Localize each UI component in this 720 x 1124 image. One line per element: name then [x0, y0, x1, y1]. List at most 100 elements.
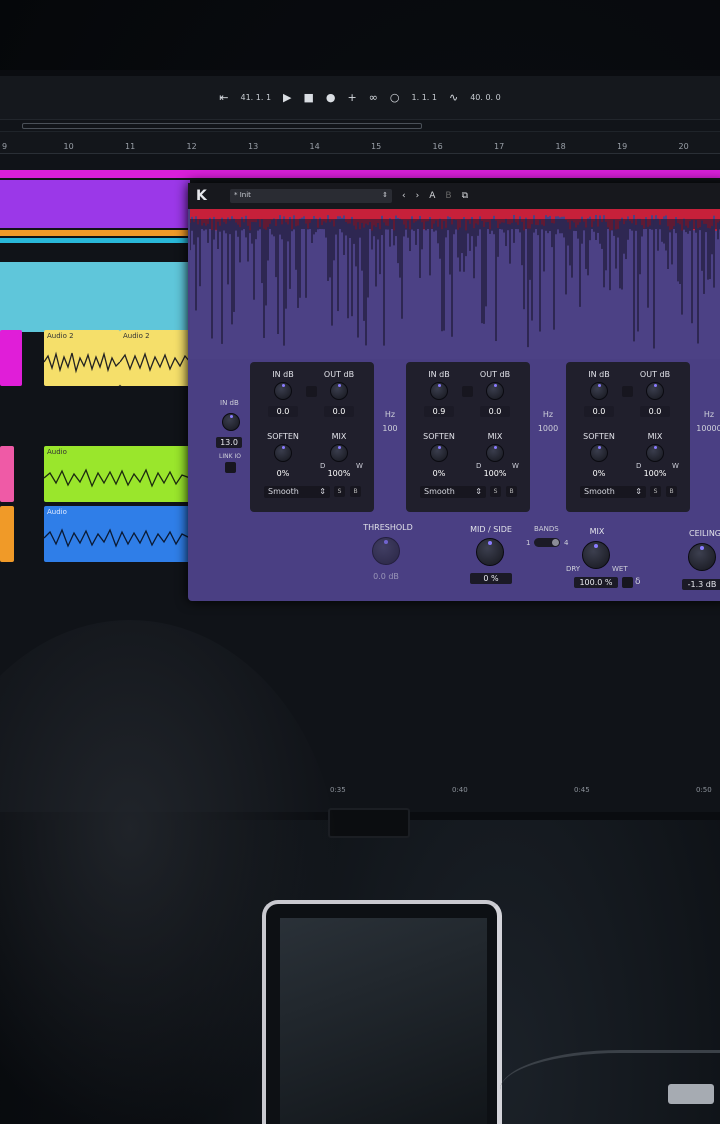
ceiling-label: CEILING — [689, 529, 720, 538]
band-wet-label: W — [512, 462, 519, 470]
band-mode-select[interactable]: Smooth ⇕ — [264, 486, 330, 498]
automation-icon[interactable]: ∿ — [449, 91, 458, 104]
band-link-toggle[interactable] — [462, 386, 473, 397]
band-out-value[interactable]: 0.0 — [640, 406, 670, 417]
band-solo-button[interactable]: S — [334, 486, 345, 497]
band-soften-value[interactable]: 0% — [584, 468, 614, 479]
limiter-plugin-window: K * Init ⇕ ‹ › A B ⧉ IN dB 13.0 LINK IO I… — [188, 183, 720, 601]
clip-magenta[interactable] — [0, 330, 22, 386]
threshold-knob[interactable] — [372, 537, 400, 565]
add-icon[interactable]: + — [348, 91, 357, 104]
crossover2-value[interactable]: 1000 — [531, 424, 565, 433]
band-in-label: IN dB — [588, 370, 610, 379]
band-out-value[interactable]: 0.0 — [324, 406, 354, 417]
chevron-updown-icon: ⇕ — [319, 487, 326, 496]
band-mix-label: MIX — [487, 432, 503, 441]
band-solo-button[interactable]: S — [490, 486, 501, 497]
waveform — [44, 351, 120, 374]
overview-range[interactable] — [22, 123, 422, 129]
band-out-knob[interactable] — [486, 382, 504, 400]
crossover2-unit: Hz — [542, 410, 554, 419]
record-icon[interactable]: ● — [326, 91, 336, 104]
loop-icon[interactable]: ○ — [390, 91, 400, 104]
copy-icon[interactable]: ⧉ — [462, 191, 468, 201]
band-out-knob[interactable] — [646, 382, 664, 400]
band-soften-value[interactable]: 0% — [268, 468, 298, 479]
link-icon[interactable]: ∞ — [369, 91, 378, 104]
ceiling-knob[interactable] — [688, 543, 716, 571]
band-mode-value: Smooth — [424, 487, 455, 496]
band-out-knob[interactable] — [330, 382, 348, 400]
clip-orange[interactable] — [0, 506, 14, 562]
play-icon[interactable]: ▶ — [283, 91, 291, 104]
clip-pink[interactable] — [0, 446, 14, 502]
clip-audio2-b[interactable]: Audio 2 — [120, 330, 190, 386]
band-mix-knob[interactable] — [646, 444, 664, 462]
band-mix-value[interactable]: 100% — [324, 468, 354, 479]
clip-audio2-a[interactable]: Audio 2 — [44, 330, 120, 386]
midside-value[interactable]: 0 % — [470, 573, 512, 584]
band-soften-knob[interactable] — [590, 444, 608, 462]
band-in-knob[interactable] — [274, 382, 292, 400]
chevron-updown-icon: ⇕ — [475, 487, 482, 496]
band-link-toggle[interactable] — [622, 386, 633, 397]
band-mix-value[interactable]: 100% — [640, 468, 670, 479]
band-mix-knob[interactable] — [486, 444, 504, 462]
band-mode-select[interactable]: Smooth ⇕ — [420, 486, 486, 498]
mix-knob[interactable] — [582, 541, 610, 569]
track-magenta[interactable] — [0, 170, 720, 178]
band-link-toggle[interactable] — [306, 386, 317, 397]
track-cyan-strip[interactable] — [0, 238, 190, 243]
input-gain-value[interactable]: 13.0 — [216, 437, 242, 448]
waveform — [44, 528, 190, 548]
band-mode-select[interactable]: Smooth ⇕ — [580, 486, 646, 498]
nudge-icon[interactable]: ⇤ — [219, 91, 228, 104]
input-gain-knob[interactable] — [222, 413, 240, 431]
band-solo-button[interactable]: S — [650, 486, 661, 497]
link-io-toggle[interactable] — [225, 462, 236, 473]
crossover1-value[interactable]: 100 — [373, 424, 407, 433]
band-in-value[interactable]: 0.9 — [424, 406, 454, 417]
track-cyan[interactable] — [0, 262, 190, 332]
band-bypass-button[interactable]: B — [666, 486, 677, 497]
band-mix-value[interactable]: 100% — [480, 468, 510, 479]
threshold-value[interactable]: 0.0 dB — [368, 571, 404, 582]
ab-b-button[interactable]: B — [445, 191, 451, 201]
bar-ruler[interactable]: 9 10 11 12 13 14 15 16 17 18 19 20 — [0, 132, 720, 154]
band-soften-knob[interactable] — [274, 444, 292, 462]
band-bypass-button[interactable]: B — [350, 486, 361, 497]
band-mix-label: MIX — [647, 432, 663, 441]
midside-knob[interactable] — [476, 538, 504, 566]
stop-icon[interactable]: ■ — [304, 91, 314, 104]
ruler-tick: 11 — [125, 142, 136, 151]
next-preset-icon[interactable]: › — [416, 191, 420, 201]
band-mix-knob[interactable] — [330, 444, 348, 462]
band-in-value[interactable]: 0.0 — [268, 406, 298, 417]
band-in-knob[interactable] — [590, 382, 608, 400]
crossover3-value[interactable]: 10000 — [692, 424, 720, 433]
band-in-value[interactable]: 0.0 — [584, 406, 614, 417]
preset-selector[interactable]: * Init ⇕ — [230, 189, 392, 203]
ceiling-value[interactable]: -1.3 dB — [682, 579, 720, 590]
band-mode-value: Smooth — [268, 487, 299, 496]
chevron-updown-icon: ⇕ — [635, 487, 642, 496]
ab-a-button[interactable]: A — [429, 191, 435, 201]
track-purple[interactable] — [0, 180, 190, 228]
mix-value[interactable]: 100.0 % — [574, 577, 618, 588]
band-soften-knob[interactable] — [430, 444, 448, 462]
band-out-value[interactable]: 0.0 — [480, 406, 510, 417]
clip-audio-blue[interactable]: Audio — [44, 506, 190, 562]
clip-audio-green[interactable]: Audio — [44, 446, 190, 502]
time-mark: 0:35 — [330, 786, 346, 794]
band-in-label: IN dB — [428, 370, 450, 379]
overview-bar[interactable] — [0, 120, 720, 132]
bands-switch[interactable] — [534, 538, 560, 547]
band-soften-value[interactable]: 0% — [424, 468, 454, 479]
prev-preset-icon[interactable]: ‹ — [402, 191, 406, 201]
band-bypass-button[interactable]: B — [506, 486, 517, 497]
track-orange-strip[interactable] — [0, 230, 190, 236]
band-in-knob[interactable] — [430, 382, 448, 400]
delta-toggle[interactable] — [622, 577, 633, 588]
mix-label: MIX — [589, 527, 605, 536]
waveform-display — [190, 209, 720, 359]
